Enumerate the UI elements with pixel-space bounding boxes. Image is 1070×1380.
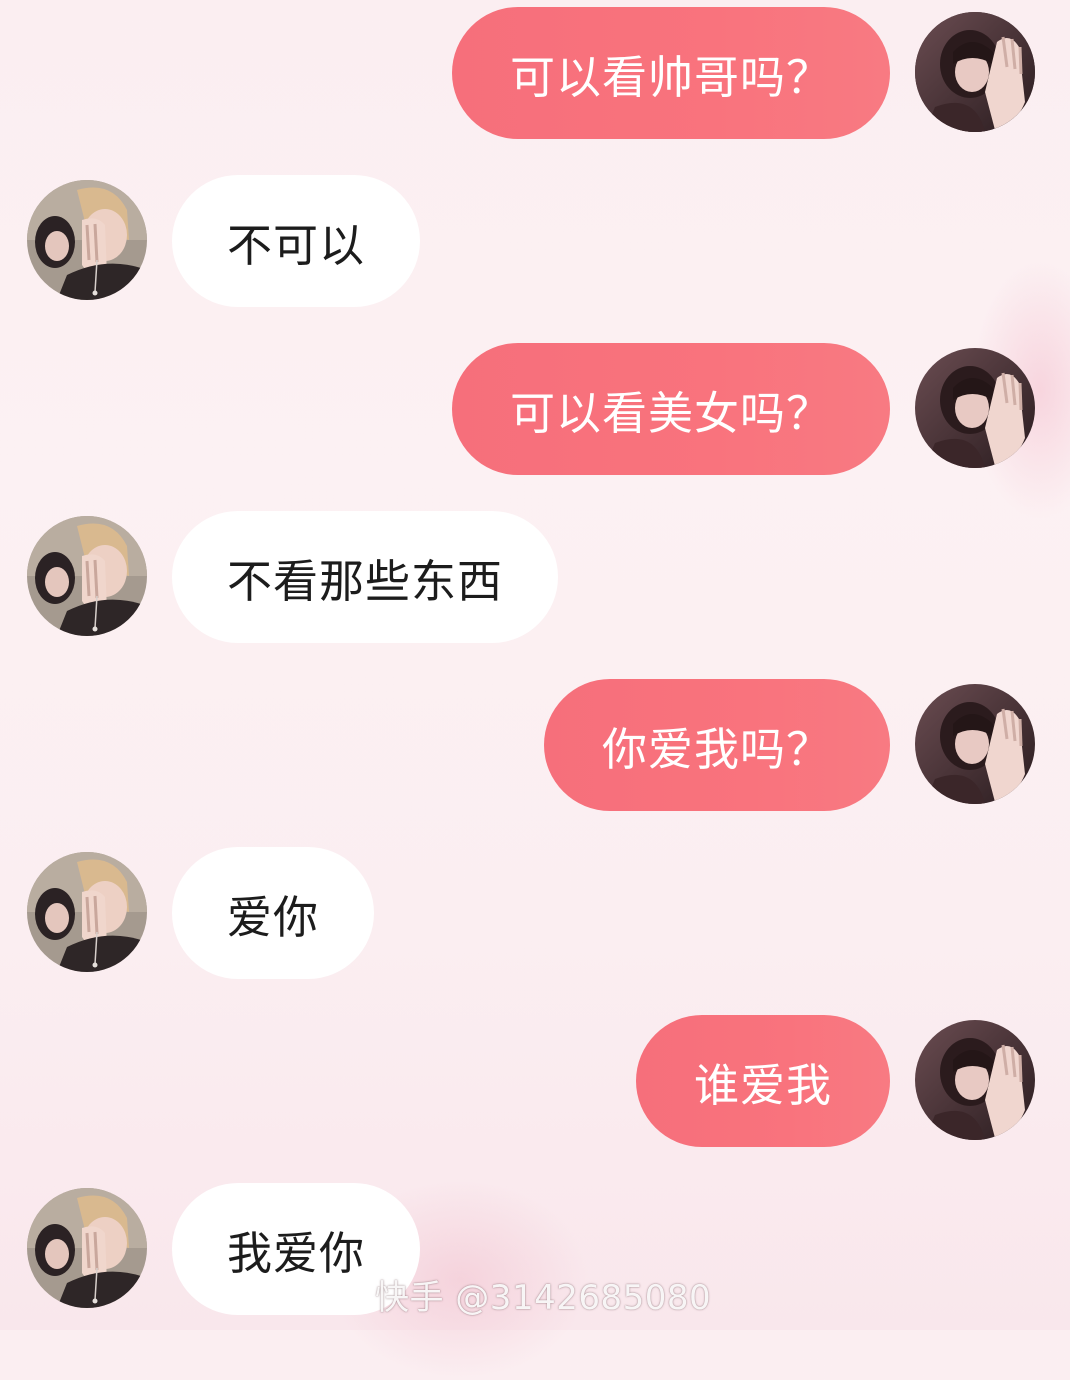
girl-avatar-icon[interactable] — [915, 684, 1035, 804]
boy-avatar-icon[interactable] — [27, 1188, 147, 1308]
incoming-message-bubble[interactable]: 不可以 — [172, 175, 421, 307]
boy-avatar-icon[interactable] — [27, 516, 147, 636]
outgoing-message-bubble[interactable]: 谁爱我 — [635, 1015, 890, 1147]
boy-avatar-icon[interactable] — [27, 852, 147, 972]
message-row-outgoing: 你爱我吗？ — [0, 679, 1070, 814]
message-text: 可以看帅哥吗？ — [509, 50, 832, 104]
incoming-message-bubble[interactable]: 不看那些东西 — [172, 511, 559, 643]
message-row-incoming: 不看那些东西 — [0, 511, 1070, 646]
boy-avatar-icon[interactable] — [27, 180, 147, 300]
girl-avatar-icon[interactable] — [915, 1020, 1035, 1140]
chat-conversation: 可以看帅哥吗？ 不可以 可以看美女吗？ 不看那些东西 你爱我吗？ 爱你 谁爱我 … — [0, 0, 1070, 1330]
girl-avatar-icon[interactable] — [915, 348, 1035, 468]
message-text: 可以看美女吗？ — [509, 386, 832, 440]
message-row-incoming: 不可以 — [0, 175, 1070, 310]
watermark-text: 快手 @3142685080 — [375, 1278, 712, 1318]
message-text: 我爱你 — [227, 1226, 366, 1280]
message-row-outgoing: 可以看帅哥吗？ — [0, 7, 1070, 142]
message-text: 不可以 — [227, 218, 366, 272]
girl-avatar-icon[interactable] — [915, 12, 1035, 132]
message-text: 谁爱我 — [693, 1058, 832, 1112]
message-text: 不看那些东西 — [227, 554, 504, 608]
message-row-outgoing: 可以看美女吗？ — [0, 343, 1070, 478]
outgoing-message-bubble[interactable]: 可以看美女吗？ — [451, 343, 890, 475]
message-row-outgoing: 谁爱我 — [0, 1015, 1070, 1150]
outgoing-message-bubble[interactable]: 你爱我吗？ — [543, 679, 890, 811]
outgoing-message-bubble[interactable]: 可以看帅哥吗？ — [451, 7, 890, 139]
message-text: 你爱我吗？ — [601, 722, 832, 776]
message-text: 爱你 — [227, 890, 320, 944]
message-row-incoming: 爱你 — [0, 847, 1070, 982]
incoming-message-bubble[interactable]: 爱你 — [172, 847, 375, 979]
